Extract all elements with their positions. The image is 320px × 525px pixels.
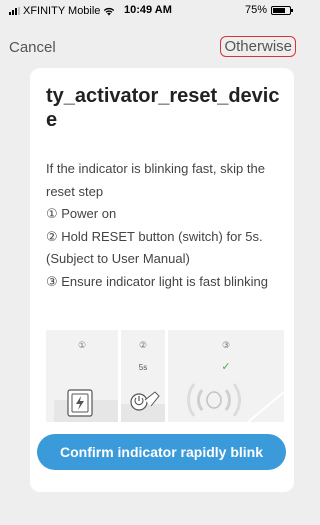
- status-time: 10:49 AM: [124, 4, 172, 16]
- confirm-blink-button[interactable]: Confirm indicator rapidly blink: [37, 434, 286, 470]
- reset-illustration: ① ② 5s ③ ✓: [46, 330, 284, 422]
- reset-instructions-card: ty_activator_reset_device If the indicat…: [30, 68, 294, 492]
- otherwise-button[interactable]: Otherwise: [220, 36, 296, 57]
- step-3-text: ③ Ensure indicator light is fast blinkin…: [46, 273, 268, 289]
- battery-percent: 75%: [244, 4, 267, 16]
- instructions-text: If the indicator is blinking fast, skip …: [46, 158, 286, 293]
- blinking-light-icon: [187, 383, 284, 422]
- illustration-step-3: ③ ✓: [168, 330, 284, 422]
- step-2-text: ② Hold RESET button (switch) for 5s. (Su…: [46, 228, 263, 267]
- page-title: ty_activator_reset_device: [46, 85, 280, 131]
- signal-icon: [9, 7, 20, 15]
- cancel-button[interactable]: Cancel: [9, 39, 56, 56]
- step-1-text: ① Power on: [46, 206, 117, 221]
- instructions-intro: If the indicator is blinking fast, skip …: [46, 161, 265, 199]
- status-right: 75%: [244, 4, 293, 16]
- reset-hand-icon: [121, 391, 165, 422]
- status-bar: XFINITY Mobile 10:49 AM 75%: [0, 0, 299, 22]
- illustration-step-1: ①: [46, 330, 118, 422]
- power-plug-icon: [54, 389, 118, 422]
- battery-fill: [273, 7, 285, 13]
- nav-bar: Cancel Otherwise: [0, 32, 299, 62]
- illustration-step-2: ② 5s: [121, 330, 165, 422]
- carrier-name: XFINITY Mobile: [23, 5, 101, 17]
- wifi-icon: [104, 7, 115, 15]
- battery-icon: [271, 5, 293, 15]
- status-left: XFINITY Mobile: [9, 5, 115, 17]
